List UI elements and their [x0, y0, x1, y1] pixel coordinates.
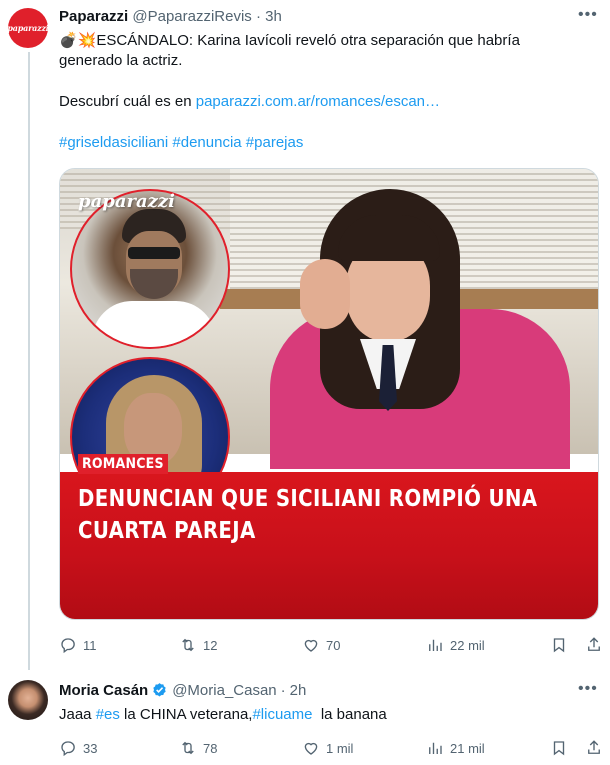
bookmark-button[interactable] — [550, 739, 568, 757]
inset-photo-man — [70, 189, 230, 349]
tweet-text-line: Descubrí cuál es en paparazzi.com.ar/rom… — [59, 92, 440, 112]
author-handle[interactable]: @Moria_Casan — [172, 682, 276, 699]
reply-count: 11 — [83, 637, 97, 653]
bookmark-icon — [553, 741, 565, 756]
author-handle[interactable]: @PaparazziRevis — [132, 8, 251, 25]
more-icon[interactable]: ••• — [578, 6, 598, 24]
views-count: 22 mil — [450, 637, 485, 653]
reply-icon — [61, 638, 75, 654]
like-icon — [304, 639, 318, 652]
retweet-count: 78 — [203, 740, 218, 756]
tweet-text-line: Jaaa #es la CHINA veterana,#licuame la b… — [59, 705, 387, 725]
tweet-header: Moria Casán @Moria_Casan · 2h — [59, 682, 306, 699]
tweet-text: la banana — [312, 706, 387, 723]
bookmark-icon — [553, 638, 565, 653]
retweet-button[interactable]: 78 — [179, 739, 217, 757]
tweet-text-line: generado la actriz. — [59, 52, 183, 69]
hashtag-row: #griseldasiciliani #denuncia #parejas — [59, 133, 303, 153]
hashtag-link[interactable]: #es — [96, 706, 120, 723]
verified-icon — [153, 683, 166, 697]
share-icon — [588, 740, 600, 754]
bangs — [338, 215, 440, 261]
like-icon — [304, 742, 318, 755]
views-button[interactable]: 22 mil — [426, 636, 485, 654]
author-name[interactable]: Paparazzi — [59, 8, 128, 25]
tweet-text: Jaaa — [59, 706, 96, 723]
separator: · — [280, 682, 286, 699]
separator: · — [255, 8, 261, 25]
tweet-actions: 11 12 70 22 mil — [59, 636, 600, 656]
retweet-button[interactable]: 12 — [179, 636, 217, 654]
hashtag-link[interactable]: #parejas — [246, 134, 304, 151]
headline-line: CUARTA PAREJA — [78, 518, 256, 544]
views-count: 21 mil — [450, 740, 485, 756]
retweet-icon — [182, 741, 194, 755]
headline-band: DENUNCIAN QUE SICILIANI ROMPIÓ UNA CUART… — [60, 472, 598, 619]
hashtag-link[interactable]: #griseldasiciliani — [59, 134, 168, 151]
reply-button[interactable]: 33 — [59, 739, 97, 757]
tweet-text-line: 💣💥ESCÁNDALO: Karina Iavícoli reveló otra… — [59, 32, 520, 49]
reply-icon — [61, 741, 75, 757]
share-button[interactable] — [585, 739, 603, 757]
hashtag-link[interactable]: #licuame — [252, 706, 312, 723]
thread-connector-line — [28, 52, 30, 670]
tweet-actions: 33 78 1 mil 21 mil — [59, 739, 600, 759]
bookmark-button[interactable] — [550, 636, 568, 654]
hashtag-link[interactable]: #denuncia — [172, 134, 241, 151]
reply-button[interactable]: 11 — [59, 636, 97, 654]
headline-line: DENUNCIAN QUE SICILIANI ROMPIÓ UNA — [78, 486, 538, 512]
reply-count: 33 — [83, 740, 98, 756]
paparazzi-logo: paparazzi — [78, 191, 175, 212]
tweet-text: Descubrí cuál es en — [59, 93, 196, 110]
avatar-text: paparazzi — [7, 23, 49, 33]
timestamp[interactable]: 2h — [290, 682, 307, 699]
hand — [300, 259, 350, 329]
avatar[interactable] — [8, 680, 48, 720]
article-link[interactable]: paparazzi.com.ar/romances/escan… — [196, 93, 440, 110]
retweet-count: 12 — [203, 637, 218, 653]
avatar[interactable]: paparazzi — [7, 8, 49, 48]
views-icon — [429, 639, 442, 651]
views-button[interactable]: 21 mil — [426, 739, 485, 757]
like-count: 70 — [326, 637, 341, 653]
retweet-icon — [182, 638, 194, 652]
like-button[interactable]: 70 — [302, 636, 340, 654]
like-button[interactable]: 1 mil — [302, 739, 353, 757]
views-icon — [429, 742, 442, 754]
category-tag: ROMANCES — [78, 454, 168, 474]
author-name[interactable]: Moria Casán — [59, 682, 148, 699]
media-card[interactable]: paparazzi DENUNCIAN QUE SICILIANI ROMPIÓ… — [59, 168, 599, 620]
more-icon[interactable]: ••• — [578, 680, 598, 698]
timestamp[interactable]: 3h — [265, 8, 282, 25]
share-button[interactable] — [585, 636, 603, 654]
tweet-header: Paparazzi @PaparazziRevis · 3h — [59, 8, 282, 25]
like-count: 1 mil — [326, 740, 354, 756]
share-icon — [588, 637, 600, 651]
tweet-text: la CHINA veterana, — [119, 706, 253, 723]
woman-figure — [240, 189, 598, 469]
